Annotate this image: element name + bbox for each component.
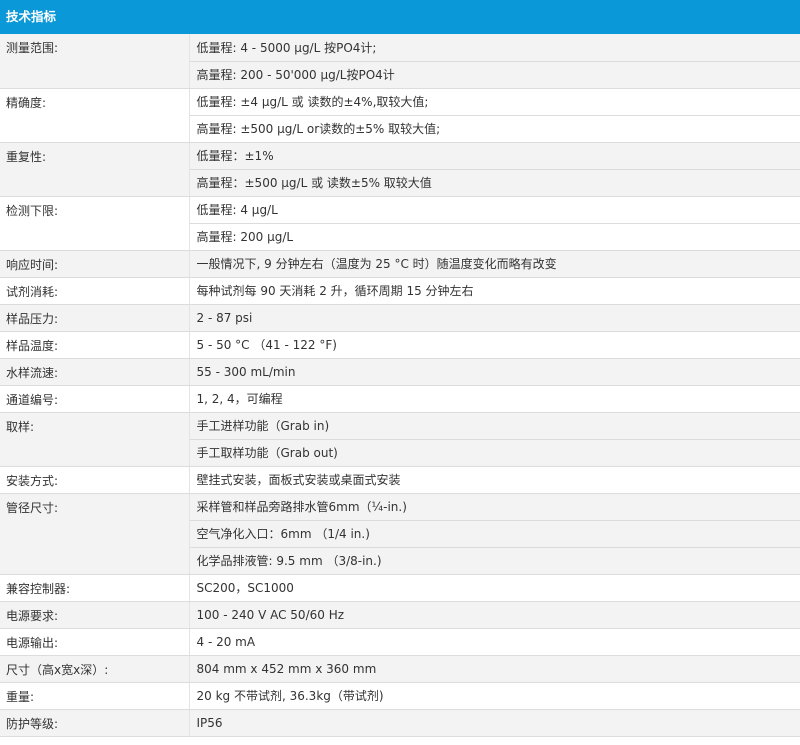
spec-label: 样品温度: xyxy=(0,331,190,359)
spec-row: 检测下限: 低量程: 4 μg/L xyxy=(0,196,800,251)
spec-value: 手工取样功能（Grab out) xyxy=(189,439,800,467)
spec-value: 高量程: 200 - 50'000 μg/L按PO4计 xyxy=(189,61,800,89)
spec-row: 尺寸（高x宽x深）: 804 mm x 452 mm x 360 mm xyxy=(0,655,800,683)
spec-row: 管径尺寸: 采样管和样品旁路排水管6mm（¼-in.) xyxy=(0,493,800,575)
spec-value: 高量程：±500 μg/L 或 读数±5% 取较大值 xyxy=(189,169,800,197)
spec-row: 取样: 手工进样功能（Grab in) xyxy=(0,412,800,467)
spec-label: 试剂消耗: xyxy=(0,277,190,305)
spec-label: 重复性: xyxy=(0,142,190,197)
spec-row: 重复性: 低量程：±1% xyxy=(0,142,800,197)
spec-label: 尺寸（高x宽x深）: xyxy=(0,655,190,683)
spec-value: 5 - 50 °C （41 - 122 °F) xyxy=(189,331,800,359)
spec-value: 1, 2, 4，可编程 xyxy=(189,385,800,413)
spec-value: 低量程: 4 - 5000 μg/L 按PO4计; xyxy=(189,34,800,62)
spec-row: 样品压力: 2 - 87 psi xyxy=(0,304,800,332)
spec-label: 测量范围: xyxy=(0,34,190,89)
spec-row: 响应时间: 一般情况下, 9 分钟左右（温度为 25 °C 时）随温度变化而略有改… xyxy=(0,250,800,278)
spec-value: 2 - 87 psi xyxy=(189,304,800,332)
spec-row: 通道编号: 1, 2, 4，可编程 xyxy=(0,385,800,413)
spec-row: 测量范围: 低量程: 4 - 5000 μg/L 按PO4计; xyxy=(0,34,800,89)
spec-label: 通道编号: xyxy=(0,385,190,413)
spec-label: 电源要求: xyxy=(0,601,190,629)
spec-row: 防护等级: IP56 xyxy=(0,709,800,737)
spec-header-title: 技术指标 xyxy=(0,0,800,34)
spec-panel: 技术指标 测量范围: 低量程: 4 - 5000 μg/L 按PO4计; 高量程: … xyxy=(0,0,800,737)
spec-value: 804 mm x 452 mm x 360 mm xyxy=(189,655,800,683)
spec-table: 测量范围: 低量程: 4 - 5000 μg/L 按PO4计; 高量程: 200 -… xyxy=(0,34,800,737)
spec-value: 高量程: 200 μg/L xyxy=(189,223,800,251)
spec-label: 兼容控制器: xyxy=(0,574,190,602)
spec-value: 每种试剂每 90 天消耗 2 升，循环周期 15 分钟左右 xyxy=(189,277,800,305)
spec-value: 壁挂式安装，面板式安装或桌面式安装 xyxy=(189,466,800,494)
spec-row: 电源输出: 4 - 20 mA xyxy=(0,628,800,656)
spec-value: 化学品排液管: 9.5 mm （3/8-in.) xyxy=(189,547,800,575)
spec-value: 低量程: ±4 μg/L 或 读数的±4%,取较大值; xyxy=(189,88,800,116)
spec-table-body: 测量范围: 低量程: 4 - 5000 μg/L 按PO4计; 高量程: 200 -… xyxy=(0,34,800,737)
spec-value: IP56 xyxy=(189,709,800,737)
spec-row: 样品温度: 5 - 50 °C （41 - 122 °F) xyxy=(0,331,800,359)
spec-label: 响应时间: xyxy=(0,250,190,278)
spec-label: 安装方式: xyxy=(0,466,190,494)
spec-label: 电源输出: xyxy=(0,628,190,656)
spec-value: 采样管和样品旁路排水管6mm（¼-in.) xyxy=(189,493,800,521)
spec-label: 管径尺寸: xyxy=(0,493,190,575)
spec-value: SC200，SC1000 xyxy=(189,574,800,602)
spec-value: 55 - 300 mL/min xyxy=(189,358,800,386)
spec-value: 100 - 240 V AC 50/60 Hz xyxy=(189,601,800,629)
spec-label: 取样: xyxy=(0,412,190,467)
spec-label: 精确度: xyxy=(0,88,190,143)
spec-label: 防护等级: xyxy=(0,709,190,737)
spec-row: 精确度: 低量程: ±4 μg/L 或 读数的±4%,取较大值; xyxy=(0,88,800,143)
spec-row: 试剂消耗: 每种试剂每 90 天消耗 2 升，循环周期 15 分钟左右 xyxy=(0,277,800,305)
spec-value: 一般情况下, 9 分钟左右（温度为 25 °C 时）随温度变化而略有改变 xyxy=(189,250,800,278)
spec-row: 水样流速: 55 - 300 mL/min xyxy=(0,358,800,386)
spec-value: 高量程: ±500 μg/L or读数的±5% 取较大值; xyxy=(189,115,800,143)
spec-label: 检测下限: xyxy=(0,196,190,251)
spec-label: 样品压力: xyxy=(0,304,190,332)
spec-value: 空气净化入口：6mm （1/4 in.) xyxy=(189,520,800,548)
spec-row: 兼容控制器: SC200，SC1000 xyxy=(0,574,800,602)
spec-value: 4 - 20 mA xyxy=(189,628,800,656)
spec-row: 电源要求: 100 - 240 V AC 50/60 Hz xyxy=(0,601,800,629)
spec-label: 重量: xyxy=(0,682,190,710)
spec-value: 低量程：±1% xyxy=(189,142,800,170)
spec-value: 20 kg 不带试剂, 36.3kg（带试剂) xyxy=(189,682,800,710)
spec-label: 水样流速: xyxy=(0,358,190,386)
spec-row: 安装方式: 壁挂式安装，面板式安装或桌面式安装 xyxy=(0,466,800,494)
spec-row: 重量: 20 kg 不带试剂, 36.3kg（带试剂) xyxy=(0,682,800,710)
spec-value: 手工进样功能（Grab in) xyxy=(189,412,800,440)
spec-value: 低量程: 4 μg/L xyxy=(189,196,800,224)
